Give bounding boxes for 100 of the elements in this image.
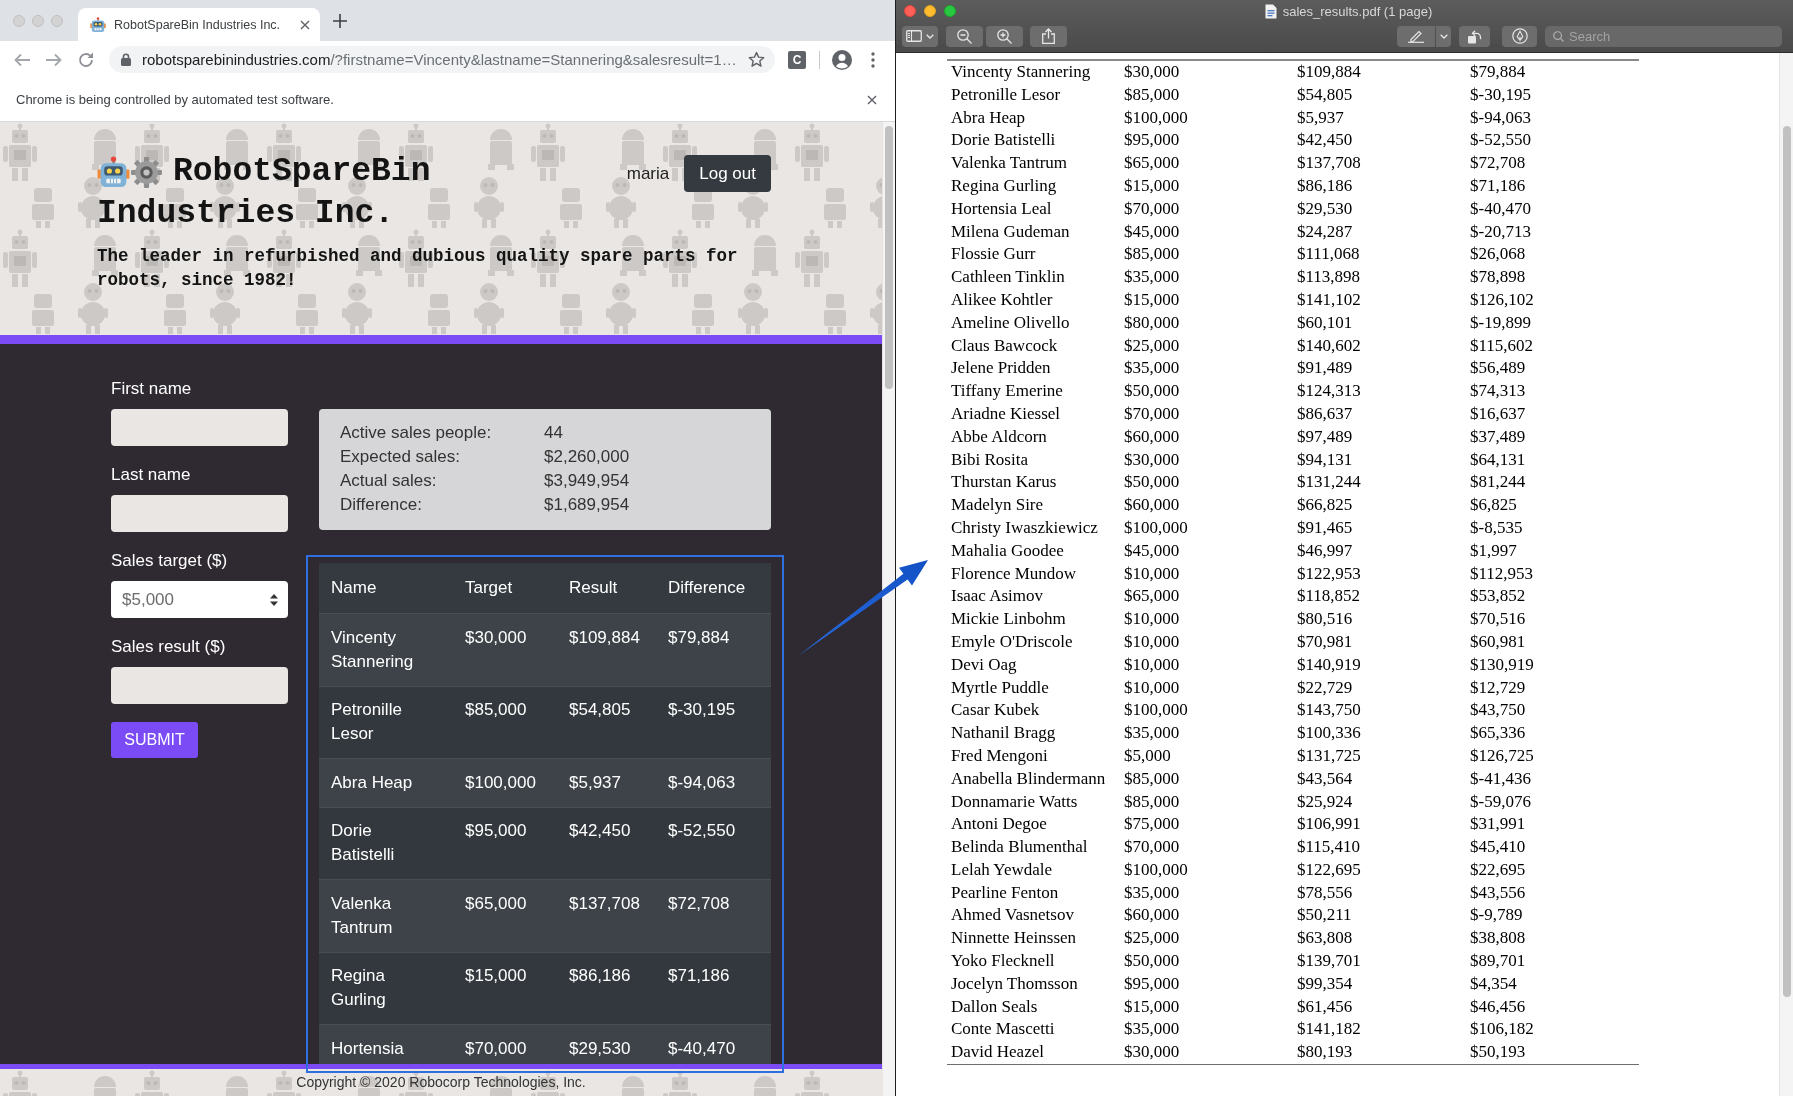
table-cell-text: $31,991	[1469, 813, 1527, 836]
table-cell-text: $118,852	[1296, 585, 1362, 608]
summary-label: Expected sales:	[340, 446, 461, 468]
field-label: First name	[111, 378, 193, 400]
site-title: RobotSpareBin	[173, 152, 431, 192]
table-cell-text: Ameline Olivello	[950, 311, 1071, 334]
plus-icon[interactable]	[333, 13, 347, 28]
summary-label: Difference:	[340, 494, 423, 516]
scrollbar-thumb[interactable]	[885, 126, 893, 389]
robot-face-icon	[90, 16, 106, 33]
close-icon[interactable]	[300, 19, 310, 30]
submit-button[interactable]: SUBMIT	[111, 722, 198, 758]
table-cell-text: $-30,195	[1469, 83, 1532, 106]
table-cell-text: $95,000	[1123, 972, 1181, 995]
table-cell-text: $60,101	[1296, 311, 1354, 334]
table-cell: Valenka Tantrum	[319, 879, 453, 952]
table-cell-text: $43,556	[1469, 881, 1527, 904]
table-cell-text: Hortensia Leal	[950, 197, 1053, 220]
table-cell-text: $5,937	[1296, 106, 1345, 129]
table-cell: $29,530	[557, 1024, 656, 1064]
table-cell-text: David Heazel	[950, 1041, 1045, 1064]
table-cell-text: $35,000	[1123, 357, 1181, 380]
more-menu-icon[interactable]	[871, 51, 875, 68]
rotate-button[interactable]	[1459, 25, 1490, 47]
table-cell-text: $80,193	[1296, 1041, 1354, 1064]
table-cell-text: $35,000	[1123, 266, 1181, 289]
rotate-icon	[1467, 28, 1482, 44]
table-cell-text: $45,000	[1123, 220, 1181, 243]
table-cell-text: $70,000	[1123, 402, 1181, 425]
logout-button[interactable]: Log out	[684, 155, 771, 192]
input-field[interactable]	[111, 495, 288, 532]
close-window-icon[interactable]	[904, 5, 916, 17]
table-cell-text: $139,701	[1296, 950, 1362, 973]
table-cell-text: Ninnette Heinssen	[950, 927, 1078, 950]
table-cell-text: $113,898	[1296, 266, 1362, 289]
table-cell-text: Mahalia Goodee	[950, 539, 1065, 562]
table-cell: $95,000	[453, 806, 557, 879]
table-cell-text: $10,000	[1123, 608, 1181, 631]
table-cell-text: Emyle O'Driscole	[950, 630, 1074, 653]
column-header: Name	[319, 563, 453, 613]
table-cell-text: $80,516	[1296, 608, 1354, 631]
table-cell-text: $100,000	[1123, 699, 1189, 722]
star-icon[interactable]	[748, 51, 765, 68]
table-cell-text: Isaac Asimov	[950, 585, 1045, 608]
table-cell: $137,708	[557, 879, 656, 952]
field-label: Sales result ($)	[111, 636, 227, 658]
dropdown-select[interactable]: $5,000	[111, 581, 288, 618]
table-cell-text: $45,000	[1123, 539, 1181, 562]
reload-icon[interactable]	[77, 50, 95, 69]
sidebar-button[interactable]	[902, 25, 938, 47]
table-cell: $-40,470	[656, 1024, 771, 1064]
maximize-window-icon[interactable]	[944, 5, 956, 17]
table-cell-text: $35,000	[1123, 722, 1181, 745]
table-cell-text: $46,997	[1296, 539, 1354, 562]
table-cell-text: $109,884	[1296, 61, 1362, 83]
input-field[interactable]	[111, 667, 288, 704]
share-button[interactable]	[1030, 25, 1067, 47]
table-cell: $54,805	[557, 685, 656, 758]
zoom-out-button[interactable]	[946, 25, 983, 47]
back-icon[interactable]	[13, 52, 31, 67]
table-cell-text: $122,695	[1296, 858, 1362, 881]
table-cell: Dorie Batistelli	[319, 806, 453, 879]
close-icon[interactable]	[867, 94, 877, 105]
table-cell-text: Regina Gurling	[950, 175, 1058, 197]
table-cell-text: $122,953	[1296, 562, 1362, 585]
table-cell: $42,450	[557, 806, 656, 879]
table-cell-text: $70,516	[1469, 608, 1527, 631]
zoom-in-button[interactable]	[986, 25, 1023, 47]
markup-menu-button[interactable]	[1436, 25, 1451, 47]
table-cell-text: $130,919	[1469, 653, 1535, 676]
summary-value: $3,949,954	[544, 470, 631, 492]
table-cell-text: $25,924	[1296, 790, 1354, 813]
input-field[interactable]	[111, 409, 288, 446]
extension-button[interactable]: C	[788, 50, 806, 69]
column-header: Target	[453, 563, 557, 613]
search-field[interactable]: Search	[1545, 25, 1782, 47]
table-cell-text: Thurstan Karus	[950, 471, 1058, 494]
table-cell-text: Nathanil Bragg	[950, 722, 1057, 745]
browser-tab[interactable]: RobotSpareBin Industries Inc.	[78, 8, 320, 41]
annotate-button[interactable]	[1502, 25, 1537, 47]
scrollbar-thumb[interactable]	[1782, 126, 1791, 997]
table-cell-text: $81,244	[1469, 471, 1527, 494]
table-cell-text: $26,068	[1469, 243, 1527, 266]
profile-icon[interactable]	[832, 49, 852, 70]
table-cell-text: Fred Mengoni	[950, 744, 1049, 767]
table-cell-text: $94,131	[1296, 448, 1354, 471]
minimize-window-icon[interactable]	[924, 5, 936, 17]
forward-icon[interactable]	[45, 52, 63, 67]
table-cell: $109,884	[557, 613, 656, 686]
table-cell-text: Lelah Yewdale	[950, 858, 1054, 881]
table-cell-text: Vincenty Stannering	[950, 61, 1092, 83]
table-cell-text: $35,000	[1123, 1018, 1181, 1041]
table-cell-text: $-8,535	[1469, 516, 1524, 539]
table-cell-text: $60,000	[1123, 494, 1181, 517]
table-cell-text: Madelyn Sire	[950, 494, 1045, 517]
markup-button[interactable]	[1397, 25, 1435, 47]
table-cell-text: Abra Heap	[950, 106, 1027, 129]
table-cell-text: Florence Mundow	[950, 562, 1078, 585]
table-cell-text: $71,186	[1469, 175, 1527, 197]
address-field[interactable]: robotsparebinindustries.com/?firstname=Vincenty&lastname=Stannering&salesresult=1…	[109, 46, 775, 73]
